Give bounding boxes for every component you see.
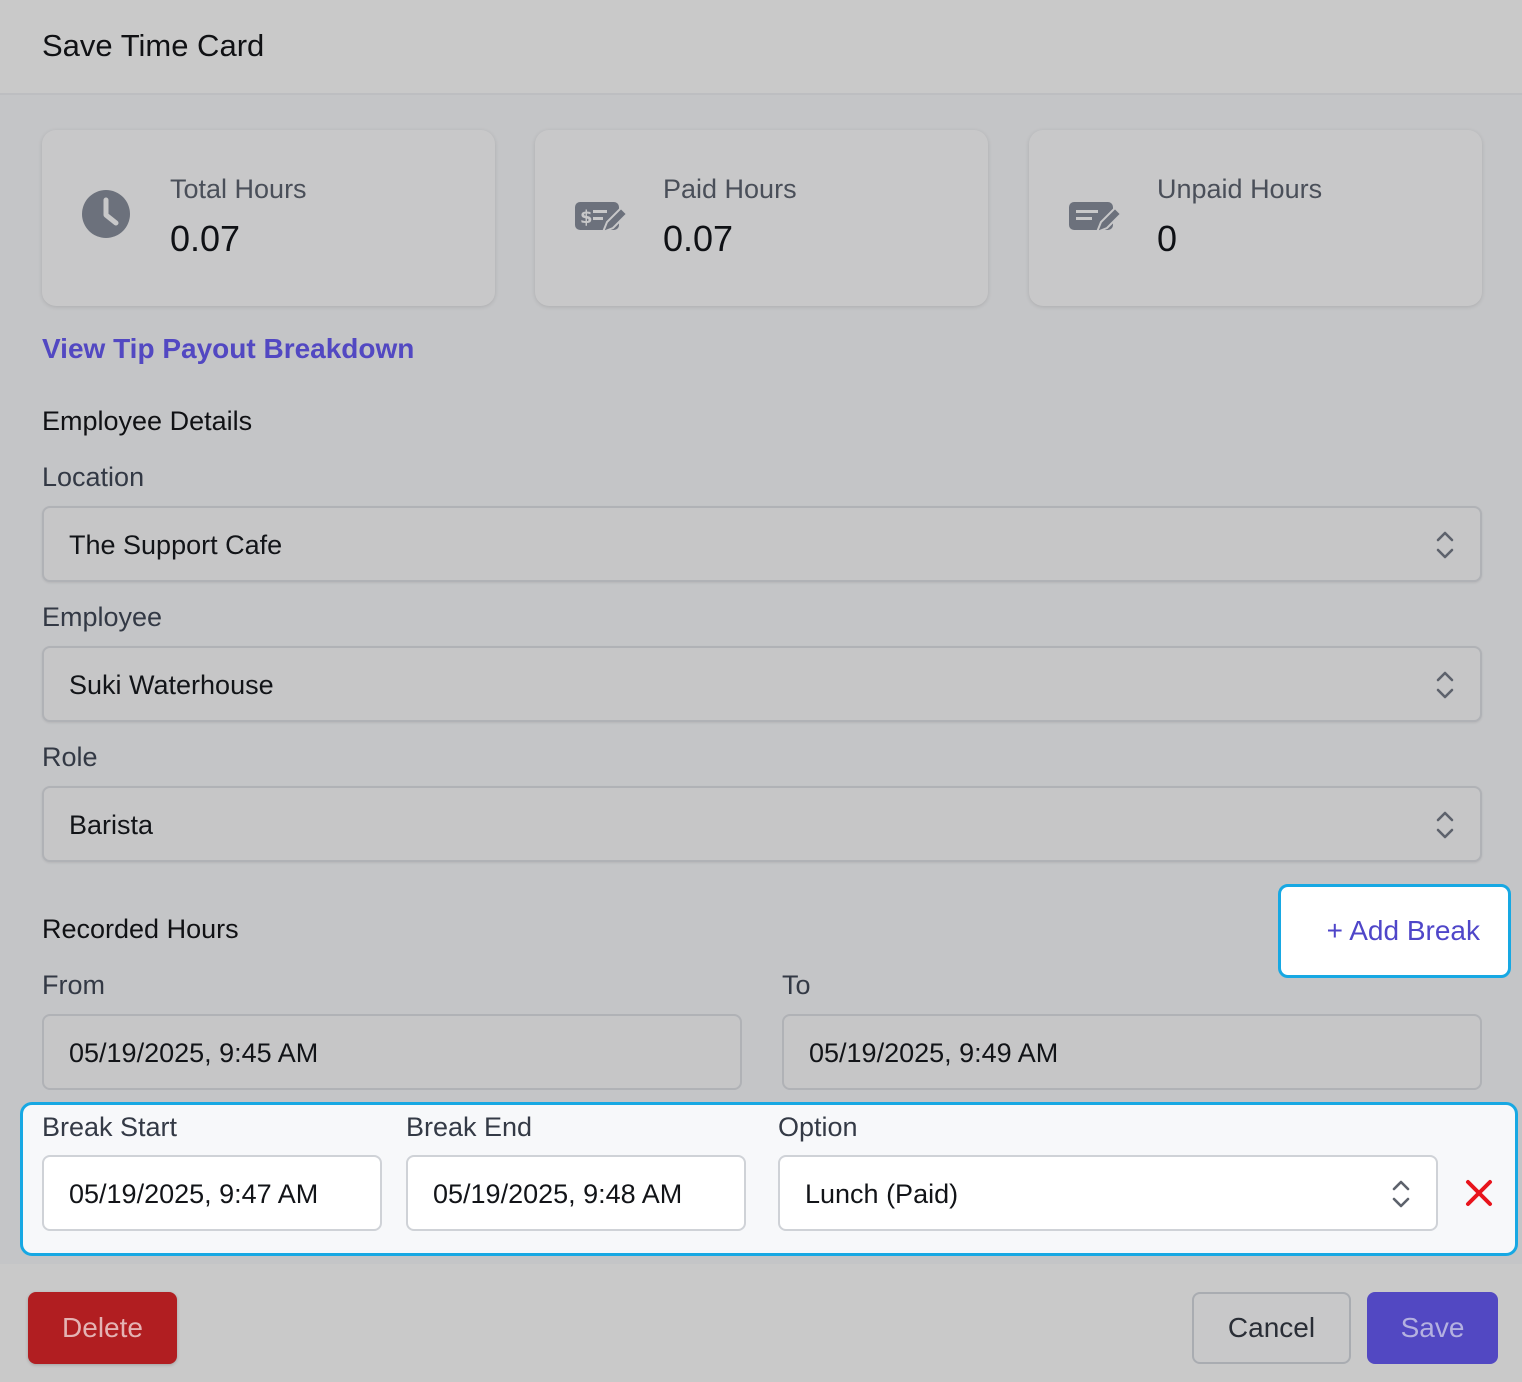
break-start-value: 05/19/2025, 9:47 AM [69, 1179, 319, 1209]
role-value: Barista [69, 810, 154, 840]
total-hours-value: 0.07 [170, 218, 241, 259]
close-icon[interactable] [1463, 1177, 1495, 1209]
to-value: 05/19/2025, 9:49 AM [809, 1038, 1059, 1068]
total-hours-card: Total Hours 0.07 [42, 130, 495, 306]
modal-footer: Delete Cancel Save [0, 1264, 1522, 1382]
view-tip-payout-link[interactable]: View Tip Payout Breakdown [42, 333, 414, 365]
break-start-label: Break Start [42, 1112, 178, 1142]
to-label: To [782, 970, 811, 1000]
add-break-button[interactable]: + Add Break [1278, 884, 1511, 978]
clock-icon [80, 188, 136, 244]
location-label: Location [42, 462, 145, 492]
chevron-up-down-icon [1436, 811, 1454, 839]
paid-hours-card: $ Paid Hours 0.07 [535, 130, 988, 306]
break-option-label: Option [778, 1112, 858, 1142]
break-row: Break Start 05/19/2025, 9:47 AM Break En… [20, 1102, 1518, 1256]
unpaid-hours-value: 0 [1157, 218, 1178, 259]
svg-text:$: $ [580, 207, 593, 228]
chevron-up-down-icon [1436, 671, 1454, 699]
delete-button[interactable]: Delete [28, 1292, 177, 1364]
break-end-value: 05/19/2025, 9:48 AM [433, 1179, 683, 1209]
employee-details-heading: Employee Details [42, 406, 253, 436]
role-label: Role [42, 742, 98, 772]
from-value: 05/19/2025, 9:45 AM [69, 1038, 319, 1068]
chevron-up-down-icon [1436, 531, 1454, 559]
employee-label: Employee [42, 602, 163, 632]
chevron-up-down-icon [1392, 1180, 1410, 1208]
add-break-label: + Add Break [1326, 915, 1480, 946]
modal-header: Save Time Card [0, 0, 1522, 95]
employee-select[interactable]: Suki Waterhouse [42, 646, 1482, 722]
recorded-hours-heading: Recorded Hours [42, 914, 239, 944]
break-end-label: Break End [406, 1112, 533, 1142]
modal-title: Save Time Card [42, 28, 265, 63]
role-select[interactable]: Barista [42, 786, 1482, 862]
unpaid-hours-label: Unpaid Hours [1157, 174, 1323, 204]
location-select[interactable]: The Support Cafe [42, 506, 1482, 582]
from-datetime-input[interactable]: 05/19/2025, 9:45 AM [42, 1014, 742, 1090]
paid-hours-label: Paid Hours [663, 174, 797, 204]
employee-value: Suki Waterhouse [69, 670, 274, 700]
location-value: The Support Cafe [69, 530, 283, 560]
from-label: From [42, 970, 105, 1000]
cancel-button[interactable]: Cancel [1192, 1292, 1351, 1364]
to-datetime-input[interactable]: 05/19/2025, 9:49 AM [782, 1014, 1482, 1090]
break-option-select[interactable]: Lunch (Paid) [778, 1155, 1438, 1231]
break-start-input[interactable]: 05/19/2025, 9:47 AM [42, 1155, 382, 1231]
unpaid-hours-card: Unpaid Hours 0 [1029, 130, 1482, 306]
total-hours-label: Total Hours [170, 174, 307, 204]
break-option-value: Lunch (Paid) [805, 1179, 959, 1209]
save-button[interactable]: Save [1367, 1292, 1498, 1364]
dollar-note-edit-icon: $ [573, 188, 629, 244]
break-end-input[interactable]: 05/19/2025, 9:48 AM [406, 1155, 746, 1231]
note-edit-icon [1067, 188, 1123, 244]
paid-hours-value: 0.07 [663, 218, 734, 259]
